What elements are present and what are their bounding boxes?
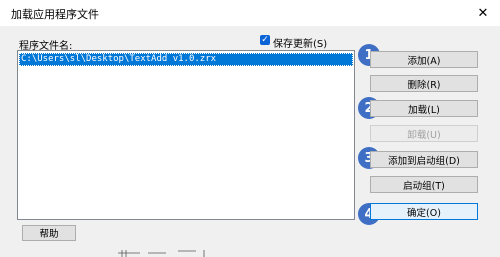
startup-group-button[interactable]: 启动组(T) [370, 176, 478, 193]
add-button[interactable]: 添加(A) [370, 51, 478, 68]
unload-button[interactable]: 卸载(U) [370, 125, 478, 142]
title-bar: 加载应用程序文件 ✕ [0, 0, 500, 26]
program-file-listbox[interactable]: C:\Users\sl\Desktop\TextAdd v1.0.zrx [17, 50, 355, 220]
save-changes-label[interactable]: 保存更新(S) [273, 35, 327, 50]
window-title: 加载应用程序文件 [11, 8, 99, 21]
ok-button[interactable]: 确定(O) [370, 203, 478, 220]
background-drawing-fragment [118, 250, 205, 257]
list-item[interactable]: C:\Users\sl\Desktop\TextAdd v1.0.zrx [19, 53, 353, 66]
save-changes-checkbox[interactable]: ✓ [260, 35, 270, 45]
add-to-startup-button[interactable]: 添加到启动组(D) [370, 151, 478, 168]
close-button[interactable]: ✕ [466, 0, 500, 26]
load-button[interactable]: 加载(L) [370, 100, 478, 117]
close-icon: ✕ [477, 5, 489, 21]
remove-button[interactable]: 删除(R) [370, 75, 478, 92]
checkmark-icon: ✓ [261, 35, 269, 45]
help-button[interactable]: 帮助 [22, 225, 76, 241]
